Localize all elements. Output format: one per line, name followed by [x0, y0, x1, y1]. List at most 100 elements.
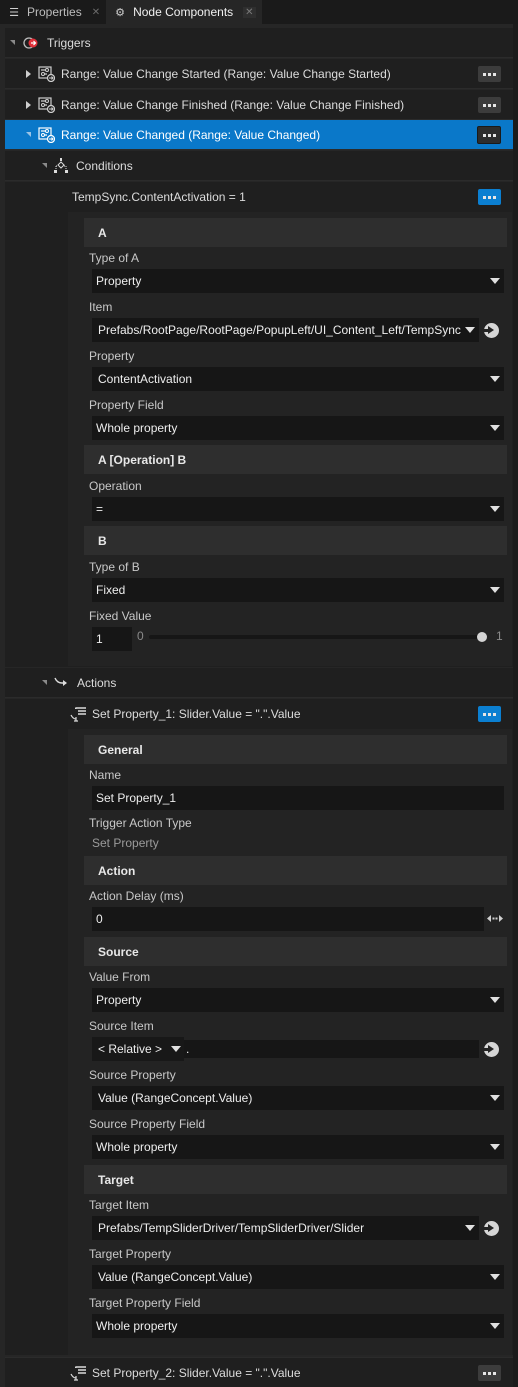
target-item-dropdown[interactable]: Prefabs/TempSliderDriver/TempSliderDrive… — [92, 1216, 479, 1240]
operation-dropdown[interactable]: = — [92, 497, 504, 521]
dropdown-value: Value (RangeConcept.Value) — [98, 1091, 253, 1105]
item-label: Item — [89, 300, 113, 314]
close-icon[interactable]: ✕ — [92, 7, 100, 18]
actions-header[interactable]: Actions — [5, 668, 513, 698]
source-item-mode-dropdown[interactable]: < Relative > — [92, 1037, 184, 1061]
more-options-button[interactable] — [478, 66, 501, 82]
more-options-button[interactable] — [478, 1365, 501, 1381]
section-source: Source — [84, 937, 507, 966]
tab-node-components[interactable]: ⚙ Node Components ✕ — [106, 0, 262, 24]
name-input[interactable]: Set Property_1 — [92, 786, 504, 810]
type-of-b-dropdown[interactable]: Fixed — [92, 578, 504, 602]
trigger-icon — [23, 36, 38, 49]
dropdown-arrow-icon — [490, 376, 500, 382]
trigger-node-icon — [38, 96, 55, 113]
dropdown-arrow-icon — [490, 425, 500, 431]
expand-arrow-icon[interactable] — [26, 69, 31, 78]
navigate-to-item-icon[interactable] — [483, 1042, 499, 1057]
property-dropdown[interactable]: ContentActivation — [92, 367, 504, 391]
collapse-arrow-icon[interactable] — [26, 132, 31, 137]
operation-label: Operation — [89, 479, 142, 493]
collapse-arrow-icon[interactable] — [42, 680, 47, 685]
tab-label: Properties — [27, 5, 82, 19]
trigger-label: Range: Value Change Started (Range: Valu… — [61, 66, 391, 81]
dropdown-arrow-icon — [490, 587, 500, 593]
input-value: 0 — [96, 912, 103, 926]
source-property-field-dropdown[interactable]: Whole property — [92, 1135, 504, 1159]
slider-thumb[interactable] — [477, 632, 487, 642]
input-value: 1 — [96, 632, 103, 646]
target-property-field-label: Target Property Field — [89, 1296, 201, 1310]
value-from-dropdown[interactable]: Property — [92, 988, 504, 1012]
type-of-a-dropdown[interactable]: Property — [92, 269, 504, 293]
source-property-dropdown[interactable]: Value (RangeConcept.Value) — [92, 1086, 504, 1110]
dropdown-arrow-icon — [490, 1274, 500, 1280]
more-options-button[interactable] — [478, 97, 501, 113]
trigger-row[interactable]: Range: Value Change Started (Range: Valu… — [5, 59, 513, 89]
dropdown-value: Whole property — [96, 1319, 178, 1333]
dropdown-arrow-icon — [490, 1095, 500, 1101]
condition-item[interactable]: TempSync.ContentActivation = 1 — [5, 182, 513, 212]
dropdown-value: ContentActivation — [98, 372, 193, 386]
fixed-value-slider[interactable] — [149, 632, 487, 642]
set-property-icon — [70, 707, 86, 722]
trigger-node-icon — [38, 126, 55, 143]
close-icon[interactable]: ✕ — [243, 6, 256, 18]
section-general: General — [84, 735, 507, 764]
dropdown-arrow-icon — [490, 997, 500, 1003]
navigate-to-item-icon[interactable] — [483, 323, 499, 338]
list-icon: ☰ — [9, 6, 19, 19]
property-field-dropdown[interactable]: Whole property — [92, 416, 504, 440]
action-delay-input[interactable]: 0 — [92, 907, 484, 931]
name-label: Name — [89, 768, 122, 782]
type-of-b-label: Type of B — [89, 560, 140, 574]
triggers-header[interactable]: Triggers — [5, 28, 513, 58]
action-item[interactable]: Set Property_1: Slider.Value = ".".Value — [5, 699, 513, 729]
trigger-action-type-value: Set Property — [92, 836, 159, 850]
fixed-value-input[interactable]: 1 — [92, 627, 132, 651]
tab-properties[interactable]: ☰ Properties ✕ — [0, 0, 106, 24]
trigger-row-selected[interactable]: Range: Value Changed (Range: Value Chang… — [5, 120, 513, 150]
node-components-panel: Triggers Range: Value Change Started (Ra… — [0, 24, 518, 1387]
property-field-label: Property Field — [89, 398, 164, 412]
conditions-icon — [54, 157, 68, 173]
section-a: A — [84, 218, 507, 247]
collapse-arrow-icon[interactable] — [42, 163, 47, 168]
expand-arrow-icon[interactable] — [26, 100, 31, 109]
dropdown-value: Whole property — [96, 421, 178, 435]
section-action: Action — [84, 856, 507, 885]
scrollbar-track[interactable] — [513, 24, 518, 1387]
target-property-dropdown[interactable]: Value (RangeConcept.Value) — [92, 1265, 504, 1289]
navigate-to-item-icon[interactable] — [483, 1221, 499, 1236]
set-property-icon — [70, 1365, 86, 1381]
section-target: Target — [84, 1165, 507, 1194]
input-value: . — [186, 1042, 190, 1056]
drag-adjust-icon[interactable] — [487, 914, 503, 923]
dropdown-value: Fixed — [96, 583, 126, 597]
trigger-node-icon — [38, 65, 55, 82]
triggers-label: Triggers — [47, 35, 91, 50]
dropdown-arrow-icon — [465, 327, 475, 333]
tab-bar: ☰ Properties ✕ ⚙ Node Components ✕ — [0, 0, 518, 24]
trigger-label: Range: Value Changed (Range: Value Chang… — [61, 127, 321, 142]
trigger-label: Range: Value Change Finished (Range: Val… — [61, 97, 405, 112]
target-item-label: Target Item — [89, 1198, 150, 1212]
item-dropdown[interactable]: Prefabs/RootPage/RootPage/PopupLeft/UI_C… — [92, 318, 479, 342]
collapse-arrow-icon[interactable] — [10, 40, 15, 45]
dropdown-value: Whole property — [96, 1140, 178, 1154]
dropdown-value: Prefabs/RootPage/RootPage/PopupLeft/UI_C… — [98, 323, 461, 337]
target-property-field-dropdown[interactable]: Whole property — [92, 1314, 504, 1338]
action-item[interactable]: Set Property_2: Slider.Value = ".".Value — [5, 1357, 513, 1387]
more-options-button[interactable] — [478, 706, 501, 722]
action-delay-label: Action Delay (ms) — [89, 889, 184, 903]
more-options-button[interactable] — [477, 126, 501, 144]
conditions-header[interactable]: Conditions — [5, 151, 513, 181]
section-b: B — [84, 526, 507, 555]
trigger-row[interactable]: Range: Value Change Finished (Range: Val… — [5, 90, 513, 120]
property-label: Property — [89, 349, 135, 363]
conditions-label: Conditions — [76, 158, 133, 173]
source-item-label: Source Item — [89, 1019, 154, 1033]
more-options-button[interactable] — [478, 189, 501, 205]
dropdown-arrow-icon — [171, 1046, 181, 1052]
source-property-field-label: Source Property Field — [89, 1117, 206, 1131]
